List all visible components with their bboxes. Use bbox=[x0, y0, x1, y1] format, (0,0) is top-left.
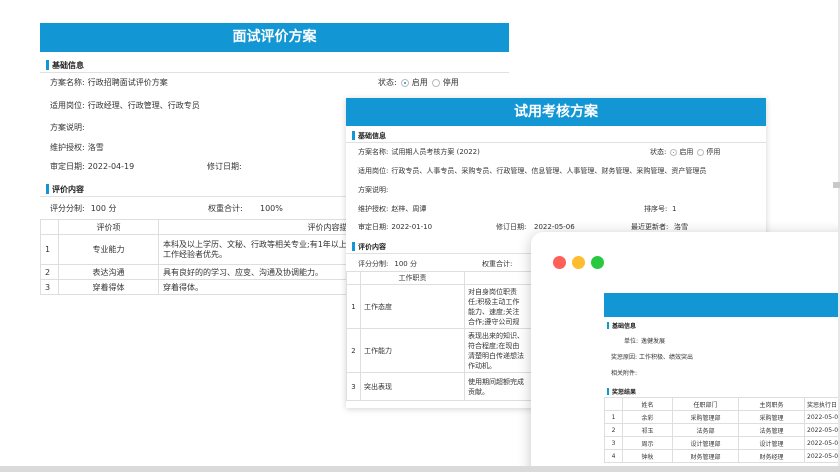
reason-label: 奖惩原因: bbox=[611, 354, 638, 361]
attachment-label: 相关附件: bbox=[611, 370, 638, 377]
basic-info-section: 基础信息 bbox=[607, 322, 637, 330]
score-label: 评分分制: bbox=[50, 204, 85, 213]
employee-reward-title: 员工 bbox=[604, 293, 840, 317]
header-item: 工作职责 bbox=[360, 271, 465, 285]
updater-label: 最近更新者: bbox=[631, 223, 669, 231]
unit-row: 单位: 逸健发展 bbox=[531, 336, 840, 345]
positions-label: 适用岗位: bbox=[358, 167, 389, 175]
status-off-label: 停用 bbox=[706, 148, 721, 156]
weight-label: 权重合计: bbox=[208, 204, 243, 213]
dates-row: 审定日期: 2022-01-10 修订日期: 2022-05-06 最近更新者:… bbox=[346, 222, 766, 232]
reward-table: 姓名 任职部门 主岗职务 奖惩执行日 1 余彩 采购管理部 采购管理 2022-05-0… bbox=[604, 397, 840, 463]
status-on-radio[interactable] bbox=[400, 78, 409, 87]
revise-date-label: 修订日期: bbox=[207, 162, 242, 171]
reason-row: 奖惩原因: 工作积极、绩效突出 bbox=[531, 352, 840, 361]
maximize-icon[interactable] bbox=[591, 256, 604, 269]
positions-label: 适用岗位: bbox=[50, 101, 85, 110]
score-label: 评分分制: bbox=[358, 260, 389, 268]
maintain-value: 洛雪 bbox=[87, 143, 104, 152]
section-title: 基础信息 bbox=[52, 60, 84, 70]
minimize-icon[interactable] bbox=[572, 256, 585, 269]
maintain-row: 维护授权: 赵梓、周谭 排序号: 1 bbox=[346, 204, 766, 214]
probation-plan-title: 试用考核方案 bbox=[346, 98, 766, 126]
status-on-label: 启用 bbox=[679, 148, 694, 156]
plan-name-row: 方案名称: 试用期人员考核方案 (2022) 状态: 启用 停用 bbox=[346, 147, 766, 157]
plan-name-row: 方案名称: 行政招聘面试评价方案 状态: 启用 停用 bbox=[40, 77, 509, 88]
status-off-radio[interactable] bbox=[431, 78, 440, 87]
table-row: 2 祁玉 法务部 法务管理 2022-05-0 bbox=[604, 423, 840, 437]
review-date-label: 审定日期: bbox=[358, 223, 389, 231]
revise-date-label: 修订日期: bbox=[496, 223, 527, 231]
result-section: 奖惩结果 bbox=[607, 388, 637, 396]
status-on-label: 启用 bbox=[411, 78, 428, 87]
positions-value: 行政专员、人事专员、采购专员、行政管理、信息管理、人事管理、财务管理、采购管理、… bbox=[391, 167, 707, 175]
header-item: 评价项 bbox=[58, 219, 159, 235]
review-date-label: 审定日期: bbox=[50, 162, 85, 171]
unit-label: 单位: bbox=[624, 338, 639, 345]
section-title: 基础信息 bbox=[358, 131, 386, 140]
positions-value: 行政经理、行政管理、行政专员 bbox=[87, 101, 200, 110]
plan-name-value: 试用期人员考核方案 (2022) bbox=[391, 148, 480, 156]
status-group: 状态: 启用 停用 bbox=[650, 147, 720, 157]
table-header: 姓名 任职部门 主岗职务 奖惩执行日 bbox=[604, 397, 840, 411]
weight-label: 权重合计: bbox=[482, 260, 513, 268]
section-title: 基础信息 bbox=[612, 323, 637, 330]
status-label: 状态: bbox=[378, 78, 397, 87]
basic-info-section: 基础信息 bbox=[46, 60, 84, 70]
employee-reward-window: 员工 基础信息 单位: 逸健发展 奖惩原因: 工作积极、绩效突出 相关附件: 奖… bbox=[531, 232, 840, 472]
eval-section: 评价内容 bbox=[46, 184, 84, 194]
bottom-bar bbox=[0, 466, 840, 472]
section-title: 评价内容 bbox=[358, 242, 386, 251]
table-row: 3 周示 设计管理部 设计管理 2022-05-0 bbox=[604, 436, 840, 450]
status-label: 状态: bbox=[650, 148, 667, 156]
window-controls bbox=[553, 256, 610, 269]
maintain-value: 赵梓、周谭 bbox=[391, 205, 427, 213]
eval-section: 评价内容 bbox=[352, 242, 386, 251]
updater-value: 洛雪 bbox=[674, 223, 688, 231]
interview-plan-title: 面试评价方案 bbox=[40, 23, 509, 52]
section-title: 评价内容 bbox=[52, 184, 84, 194]
status-off-radio[interactable] bbox=[697, 148, 705, 156]
attachment-row: 相关附件: bbox=[531, 368, 840, 377]
description-label: 方案说明: bbox=[50, 123, 85, 132]
status-group: 状态: 启用 停用 bbox=[378, 77, 459, 88]
score-value: 100 分 bbox=[394, 260, 417, 268]
score-value: 100 分 bbox=[90, 204, 117, 213]
background-window-marker bbox=[833, 182, 840, 188]
review-date-value: 2022-01-10 bbox=[391, 223, 433, 231]
sort-value: 1 bbox=[672, 205, 677, 213]
positions-row: 适用岗位: 行政专员、人事专员、采购专员、行政管理、信息管理、人事管理、财务管理… bbox=[346, 166, 766, 176]
close-icon[interactable] bbox=[553, 256, 566, 269]
sort-label: 排序号: bbox=[644, 205, 668, 213]
maintain-label: 维护授权: bbox=[50, 143, 85, 152]
unit-value: 逸健发展 bbox=[641, 338, 666, 345]
maintain-label: 维护授权: bbox=[358, 205, 389, 213]
plan-name-label: 方案名称: bbox=[50, 78, 85, 87]
plan-name-value: 行政招聘面试评价方案 bbox=[87, 78, 168, 87]
review-date-value: 2022-04-19 bbox=[87, 162, 135, 171]
weight-value: 100% bbox=[260, 204, 283, 213]
status-on-radio[interactable] bbox=[670, 148, 678, 156]
plan-name-label: 方案名称: bbox=[358, 148, 389, 156]
description-row: 方案说明: bbox=[346, 185, 766, 195]
reason-value: 工作积极、绩效突出 bbox=[639, 354, 694, 361]
revise-date-value: 2022-05-06 bbox=[534, 223, 575, 231]
description-label: 方案说明: bbox=[358, 186, 389, 194]
section-title: 奖惩结果 bbox=[612, 389, 637, 396]
status-off-label: 停用 bbox=[442, 78, 459, 87]
table-row: 1 余彩 采购管理部 采购管理 2022-05-0 bbox=[604, 410, 840, 424]
basic-info-section: 基础信息 bbox=[352, 131, 386, 140]
table-row: 4 钟秋 财务管理部 财务经理 2022-05-0 bbox=[604, 449, 840, 463]
